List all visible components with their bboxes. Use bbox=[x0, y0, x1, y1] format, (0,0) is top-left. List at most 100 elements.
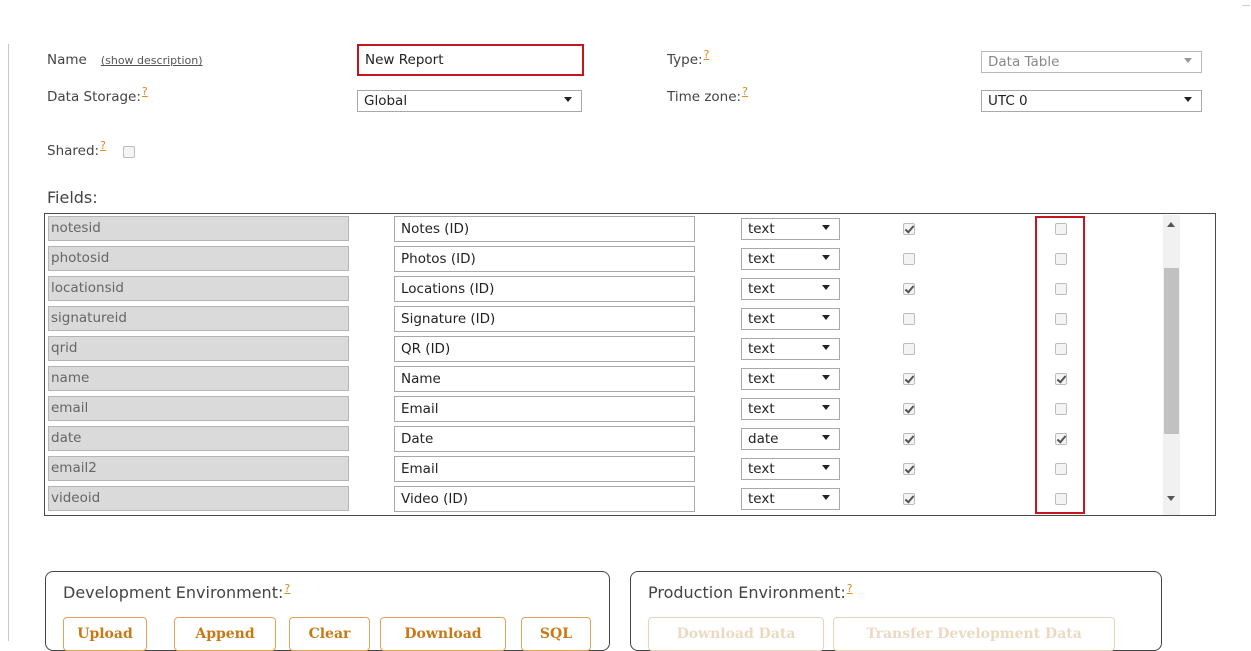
field-name: notesid bbox=[48, 216, 349, 241]
field-type-value: text bbox=[748, 311, 775, 327]
field-checkbox-primary[interactable] bbox=[903, 313, 915, 325]
field-type-select[interactable]: text bbox=[741, 458, 840, 480]
timezone-help-icon[interactable]: ? bbox=[742, 85, 748, 98]
field-row: notesid Notes (ID) text bbox=[45, 214, 1195, 244]
field-type-select[interactable]: date bbox=[741, 428, 840, 450]
field-checkbox-primary[interactable] bbox=[903, 343, 915, 355]
timezone-select-value: UTC 0 bbox=[988, 93, 1028, 109]
field-label-input[interactable]: Locations (ID) bbox=[394, 276, 695, 302]
download-button[interactable]: Download bbox=[380, 617, 506, 651]
scrollbar-thumb[interactable] bbox=[1164, 268, 1179, 434]
field-type-value: text bbox=[748, 491, 775, 507]
field-checkbox-primary[interactable] bbox=[903, 253, 915, 265]
storage-help-icon[interactable]: ? bbox=[142, 85, 148, 98]
field-type-select[interactable]: text bbox=[741, 308, 840, 330]
field-type-value: text bbox=[748, 221, 775, 237]
field-label-input[interactable]: Video (ID) bbox=[394, 486, 695, 512]
timezone-label: Time zone: bbox=[667, 89, 742, 105]
report-name-input[interactable]: New Report bbox=[357, 44, 584, 76]
chevron-down-icon bbox=[822, 315, 830, 320]
shared-label: Shared: bbox=[47, 143, 100, 159]
field-name: email bbox=[48, 396, 349, 421]
name-label: Name bbox=[47, 52, 87, 68]
show-description-link[interactable]: (show description) bbox=[101, 54, 203, 67]
field-label-input[interactable]: Signature (ID) bbox=[394, 306, 695, 332]
chevron-down-icon bbox=[822, 255, 830, 260]
field-label-input[interactable]: Name bbox=[394, 366, 695, 392]
field-row: name Name text bbox=[45, 364, 1195, 394]
field-type-value: text bbox=[748, 371, 775, 387]
field-checkbox-primary[interactable] bbox=[903, 223, 915, 235]
field-label-input[interactable]: Email bbox=[394, 456, 695, 482]
field-label-input[interactable]: Photos (ID) bbox=[394, 246, 695, 272]
clear-button[interactable]: Clear bbox=[289, 617, 370, 651]
storage-label-group: Data Storage:? bbox=[47, 85, 148, 105]
chevron-down-icon bbox=[822, 285, 830, 290]
field-type-select[interactable]: text bbox=[741, 218, 840, 240]
field-checkbox-primary[interactable] bbox=[903, 463, 915, 475]
field-label-input[interactable]: QR (ID) bbox=[394, 336, 695, 362]
dev-title: Development Environment: bbox=[63, 583, 284, 602]
field-label-input[interactable]: Date bbox=[394, 426, 695, 452]
field-checkbox-primary[interactable] bbox=[903, 373, 915, 385]
transfer-development-data-button[interactable]: Transfer Development Data bbox=[833, 617, 1115, 651]
field-checkbox-primary[interactable] bbox=[903, 433, 915, 445]
fields-title: Fields: bbox=[47, 188, 98, 207]
timezone-select[interactable]: UTC 0 bbox=[981, 90, 1202, 112]
field-type-select[interactable]: text bbox=[741, 278, 840, 300]
shared-help-icon[interactable]: ? bbox=[100, 139, 106, 152]
field-name: signatureid bbox=[48, 306, 349, 331]
field-name: videoid bbox=[48, 486, 349, 511]
scroll-down-icon[interactable] bbox=[1167, 496, 1175, 501]
field-label-input[interactable]: Notes (ID) bbox=[394, 216, 695, 242]
prod-help-icon[interactable]: ? bbox=[847, 582, 853, 595]
storage-select-value: Global bbox=[364, 93, 408, 109]
chevron-down-icon bbox=[822, 345, 830, 350]
field-type-value: text bbox=[748, 281, 775, 297]
field-checkbox-primary[interactable] bbox=[903, 403, 915, 415]
field-type-select[interactable]: text bbox=[741, 368, 840, 390]
sql-button[interactable]: SQL bbox=[521, 617, 591, 651]
field-label-input[interactable]: Email bbox=[394, 396, 695, 422]
field-name: qrid bbox=[48, 336, 349, 361]
timezone-label-group: Time zone:? bbox=[667, 85, 748, 105]
field-row: date Date date bbox=[45, 424, 1195, 454]
field-type-select[interactable]: text bbox=[741, 338, 840, 360]
prod-title: Production Environment: bbox=[648, 583, 846, 602]
field-row: photosid Photos (ID) text bbox=[45, 244, 1195, 274]
production-environment-panel: Production Environment:? Download Data T… bbox=[630, 571, 1162, 651]
chevron-down-icon bbox=[822, 465, 830, 470]
corner-mark bbox=[1242, 5, 1250, 6]
chevron-down-icon bbox=[822, 435, 830, 440]
field-type-value: text bbox=[748, 401, 775, 417]
field-type-select[interactable]: text bbox=[741, 488, 840, 510]
development-environment-panel: Development Environment:? Upload Append … bbox=[45, 571, 610, 651]
upload-button[interactable]: Upload bbox=[63, 617, 147, 651]
chevron-down-icon bbox=[822, 495, 830, 500]
type-help-icon[interactable]: ? bbox=[704, 48, 710, 61]
field-name: name bbox=[48, 366, 349, 391]
shared-checkbox[interactable] bbox=[123, 146, 135, 158]
chevron-down-icon bbox=[1184, 58, 1192, 63]
append-button[interactable]: Append bbox=[174, 617, 276, 651]
field-checkbox-primary[interactable] bbox=[903, 493, 915, 505]
field-checkbox-primary[interactable] bbox=[903, 283, 915, 295]
chevron-down-icon bbox=[564, 97, 572, 102]
chevron-down-icon bbox=[1184, 97, 1192, 102]
field-row: email2 Email text bbox=[45, 454, 1195, 484]
prod-title-group: Production Environment:? bbox=[648, 582, 853, 602]
type-select[interactable]: Data Table bbox=[981, 51, 1202, 73]
field-row: signatureid Signature (ID) text bbox=[45, 304, 1195, 334]
field-name: email2 bbox=[48, 456, 349, 481]
dev-help-icon[interactable]: ? bbox=[284, 582, 290, 595]
storage-label: Data Storage: bbox=[47, 89, 141, 105]
field-type-select[interactable]: text bbox=[741, 398, 840, 420]
storage-select[interactable]: Global bbox=[357, 90, 582, 112]
field-row: email Email text bbox=[45, 394, 1195, 424]
dev-title-group: Development Environment:? bbox=[63, 582, 290, 602]
field-name: date bbox=[48, 426, 349, 451]
type-label-group: Type:? bbox=[667, 48, 709, 68]
field-type-select[interactable]: text bbox=[741, 248, 840, 270]
scroll-up-icon[interactable] bbox=[1167, 222, 1175, 227]
download-data-button[interactable]: Download Data bbox=[648, 617, 824, 651]
